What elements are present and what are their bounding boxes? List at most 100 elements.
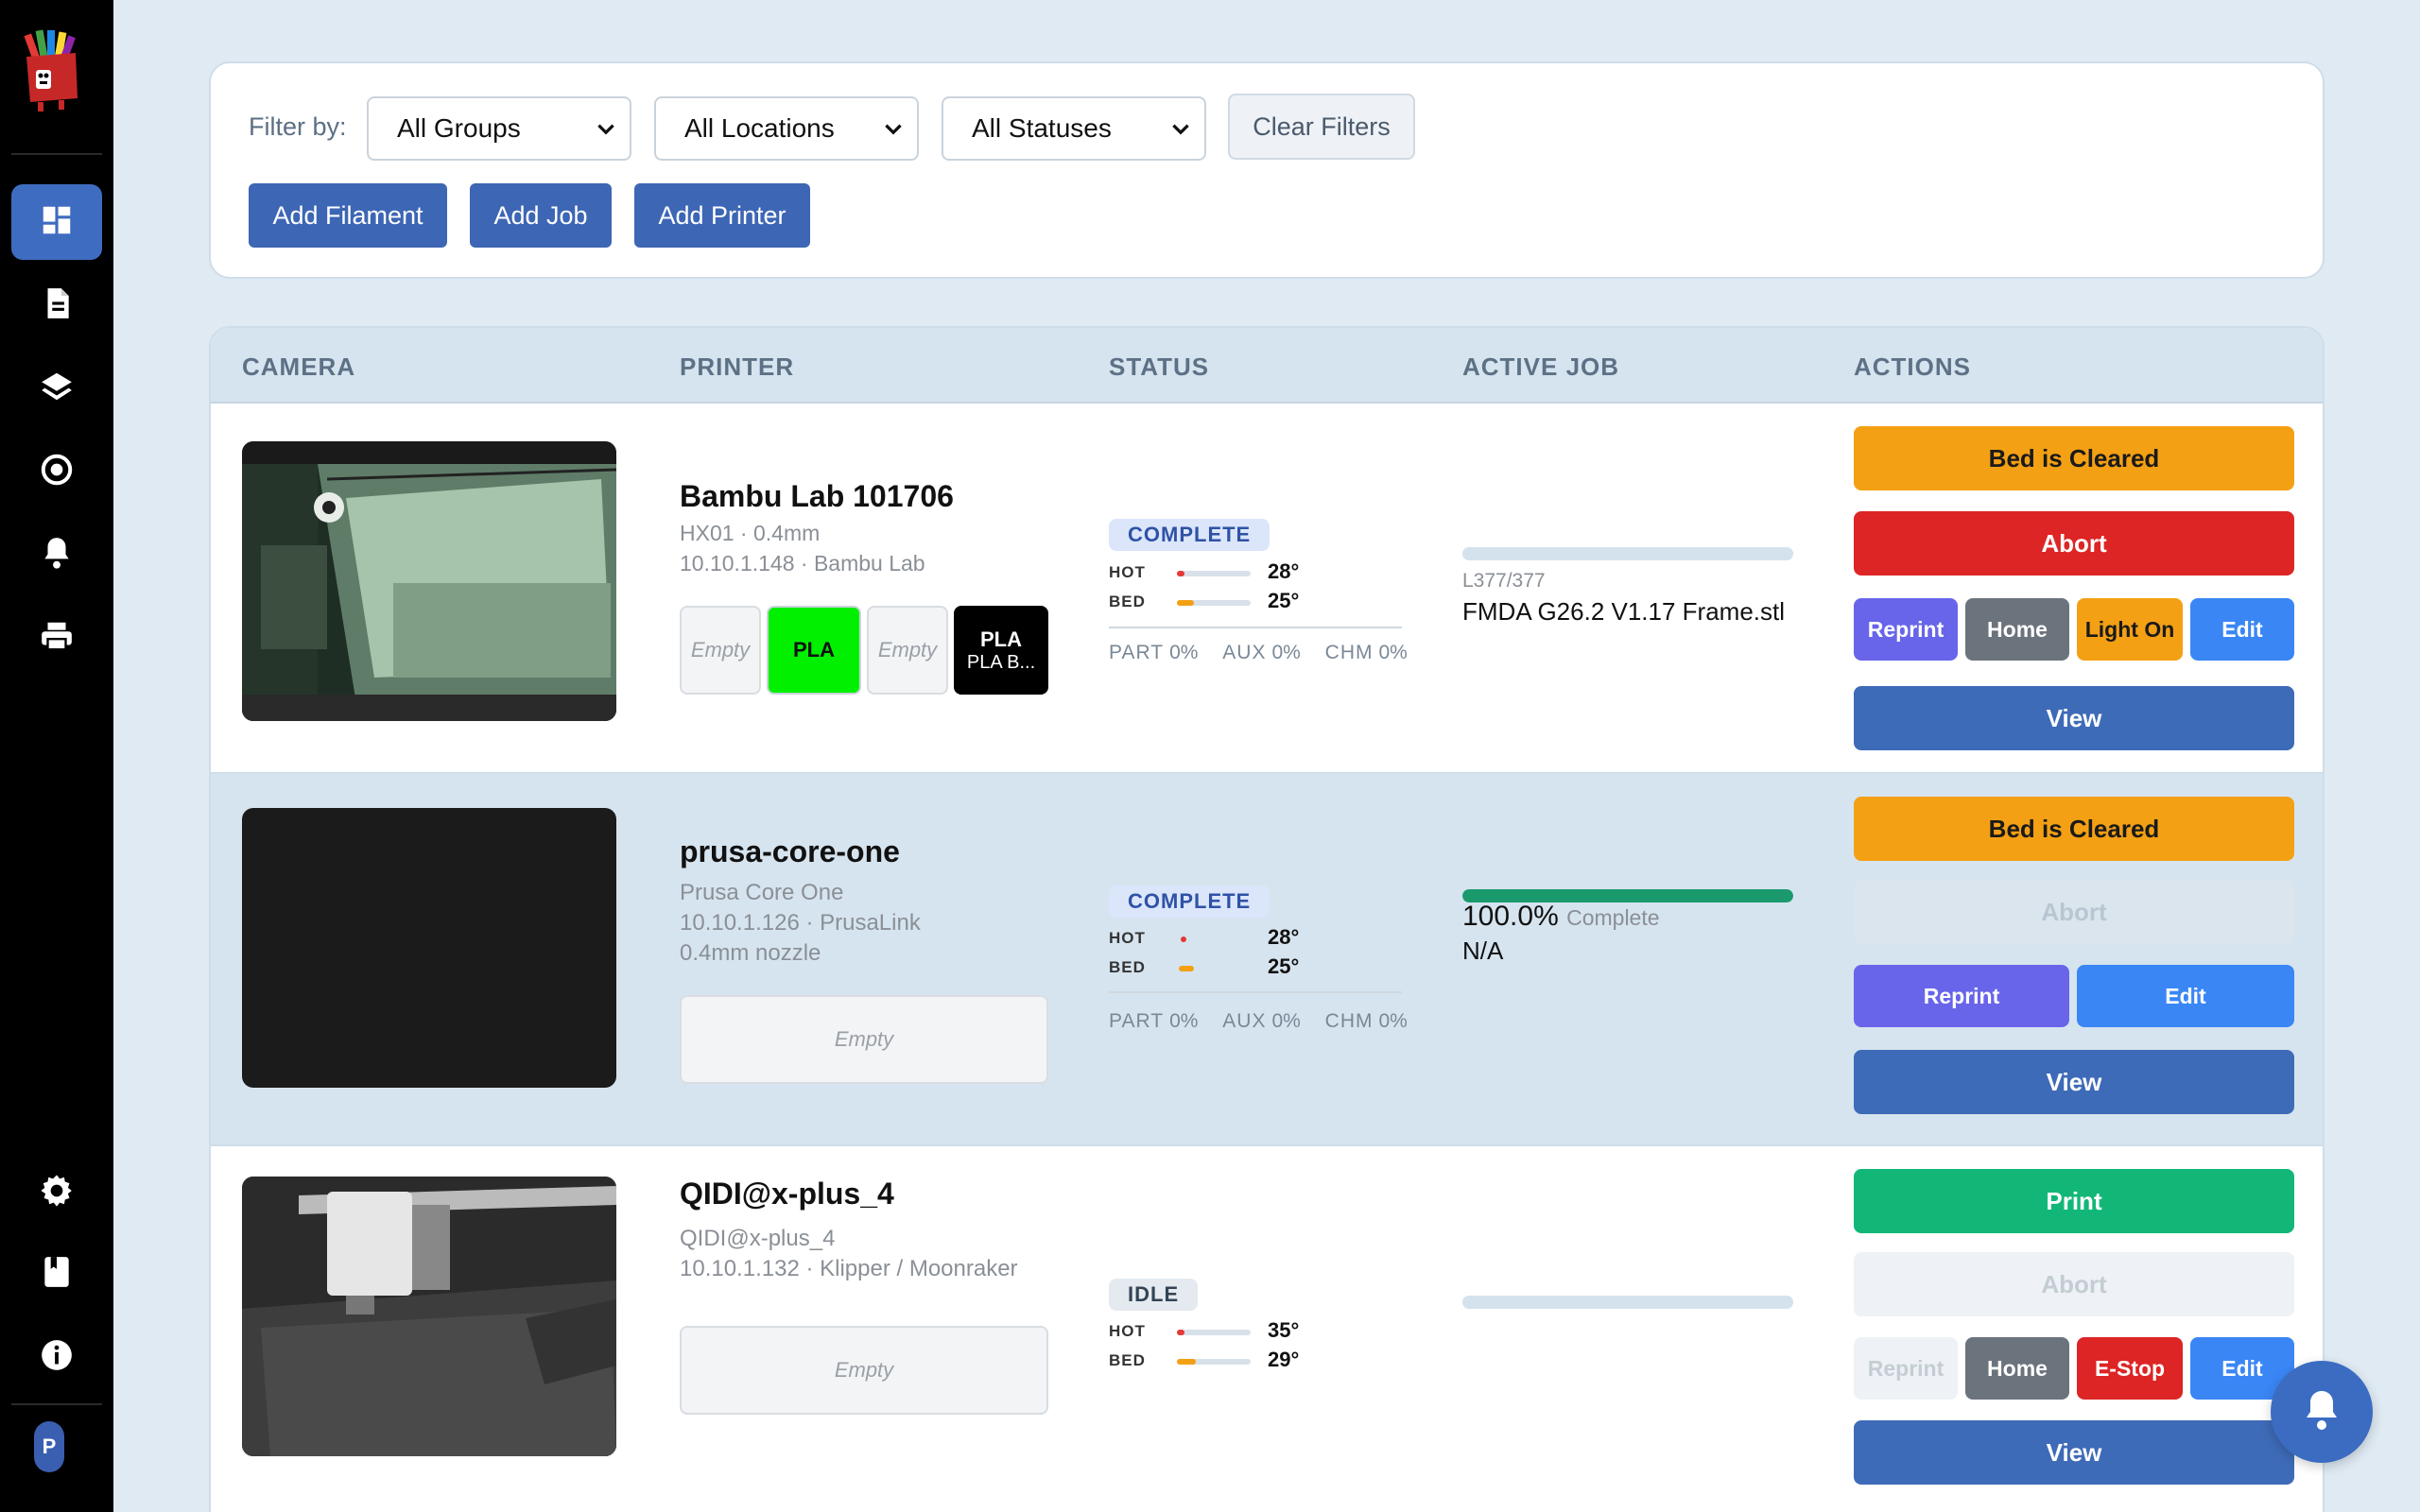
job-progress-bar: [1462, 1296, 1793, 1309]
slot-label: Empty: [834, 1027, 894, 1051]
chevron-down-icon: [1172, 124, 1189, 135]
filter-label: Filter by:: [249, 112, 347, 141]
fan-part-label: PART: [1109, 642, 1165, 663]
edit-button[interactable]: Edit: [2190, 598, 2294, 661]
slot-label: Empty: [834, 1358, 894, 1382]
sidebar-item-settings[interactable]: [11, 1155, 102, 1230]
slot-label: PLA: [793, 638, 835, 662]
job-file: N/A: [1462, 936, 1504, 965]
sidebar-item-files[interactable]: [11, 267, 102, 343]
add-printer-button[interactable]: Add Printer: [634, 183, 810, 248]
fan-part-value: 0%: [1169, 1010, 1199, 1032]
location-select[interactable]: All Locations: [654, 96, 919, 161]
status-badge: COMPLETE: [1109, 519, 1270, 551]
job-percent: 100.0% Complete: [1462, 901, 1660, 933]
add-filament-button[interactable]: Add Filament: [249, 183, 447, 248]
table-row: QIDI@x-plus_4 QIDI@x-plus_4 10.10.1.132 …: [211, 1146, 2323, 1512]
fan-part-value: 0%: [1169, 642, 1199, 663]
fan-chm-value: 0%: [1378, 642, 1408, 663]
sidebar-item-target[interactable]: [11, 434, 102, 509]
bed-cleared-button[interactable]: Bed is Cleared: [1854, 797, 2294, 861]
fan-aux-label: AUX: [1222, 642, 1267, 663]
bed-value: 25°: [1268, 954, 1300, 978]
estop-button[interactable]: E-Stop: [2077, 1337, 2183, 1400]
app-logo[interactable]: [21, 28, 93, 113]
table-row: Bambu Lab 101706 HX01 · 0.4mm 10.10.1.14…: [211, 404, 2323, 774]
view-button[interactable]: View: [1854, 1420, 2294, 1485]
chevron-down-icon: [597, 124, 614, 135]
print-button[interactable]: Print: [1854, 1169, 2294, 1233]
avatar[interactable]: P: [34, 1421, 64, 1472]
group-select[interactable]: All Groups: [367, 96, 631, 161]
abort-button[interactable]: Abort: [1854, 511, 2294, 576]
filament-slot[interactable]: Empty: [680, 1326, 1048, 1415]
status-select[interactable]: All Statuses: [942, 96, 1206, 161]
hotend-temp: HOT 28°: [1109, 925, 1326, 952]
home-button[interactable]: Home: [1965, 1337, 2069, 1400]
filament-slot[interactable]: Empty: [680, 995, 1048, 1084]
sidebar-divider: [11, 1403, 102, 1405]
camera-feed[interactable]: [242, 808, 616, 1088]
printer-name[interactable]: Bambu Lab 101706: [680, 479, 954, 514]
document-icon: [39, 285, 75, 326]
bed-label: BED: [1109, 958, 1146, 976]
bed-bar: [1177, 966, 1251, 971]
light-button[interactable]: Light On: [2077, 598, 2183, 661]
bed-temp: BED 29°: [1109, 1348, 1326, 1374]
hotend-bar: [1177, 936, 1251, 942]
filament-slot[interactable]: PLA: [767, 606, 861, 695]
camera-feed[interactable]: [242, 1177, 616, 1456]
camera-feed[interactable]: [242, 441, 616, 721]
notifications-fab[interactable]: [2271, 1361, 2373, 1463]
slot-sublabel: PLA B...: [966, 651, 1036, 673]
hotend-temp: HOT 28°: [1109, 559, 1326, 586]
dashboard-icon: [39, 202, 75, 243]
abort-button[interactable]: Abort: [1854, 1252, 2294, 1316]
reprint-button[interactable]: Reprint: [1854, 965, 2069, 1027]
fan-speeds: PART 0% AUX 0% CHM 0%: [1109, 642, 1426, 664]
clear-filters-button[interactable]: Clear Filters: [1228, 94, 1415, 160]
printer-address: 10.10.1.126 · PrusaLink: [680, 910, 921, 936]
sidebar-item-notifications[interactable]: [11, 517, 102, 593]
job-layer: L377/377: [1462, 570, 1546, 592]
chevron-down-icon: [885, 124, 902, 135]
sidebar: P: [0, 0, 113, 1512]
sidebar-item-info[interactable]: [11, 1319, 102, 1395]
hotend-temp: HOT 35°: [1109, 1318, 1326, 1345]
home-button[interactable]: Home: [1965, 598, 2069, 661]
printer-name[interactable]: QIDI@x-plus_4: [680, 1177, 894, 1211]
divider: [1109, 991, 1402, 993]
layers-icon: [39, 369, 75, 409]
filament-slot[interactable]: PLA PLA B...: [954, 606, 1048, 695]
sidebar-item-printers[interactable]: [11, 600, 102, 676]
sidebar-item-dashboard[interactable]: [11, 184, 102, 260]
bed-label: BED: [1109, 593, 1146, 610]
filament-slot[interactable]: Empty: [867, 606, 948, 695]
edit-button[interactable]: Edit: [2077, 965, 2294, 1027]
job-progress-bar: [1462, 547, 1793, 560]
bell-icon: [39, 535, 75, 576]
view-button[interactable]: View: [1854, 1050, 2294, 1114]
reprint-button[interactable]: Reprint: [1854, 1337, 1958, 1400]
view-button[interactable]: View: [1854, 686, 2294, 750]
group-select-value: All Groups: [397, 113, 521, 143]
hotend-label: HOT: [1109, 1322, 1146, 1340]
add-job-button[interactable]: Add Job: [470, 183, 612, 248]
filament-slot[interactable]: Empty: [680, 606, 761, 695]
job-file: FMDA G26.2 V1.17 Frame.stl: [1462, 597, 1786, 626]
printer-name[interactable]: prusa-core-one: [680, 834, 900, 869]
bed-cleared-button[interactable]: Bed is Cleared: [1854, 426, 2294, 490]
sidebar-item-layers[interactable]: [11, 351, 102, 426]
sidebar-item-docs[interactable]: [11, 1236, 102, 1312]
bed-value: 29°: [1268, 1348, 1300, 1371]
abort-button[interactable]: Abort: [1854, 880, 2294, 944]
sidebar-divider: [11, 153, 102, 155]
printer-address: 10.10.1.148 · Bambu Lab: [680, 551, 925, 576]
printer-address: 10.10.1.132 · Klipper / Moonraker: [680, 1256, 1018, 1281]
hotend-label: HOT: [1109, 929, 1146, 947]
target-icon: [39, 452, 75, 492]
reprint-button[interactable]: Reprint: [1854, 598, 1958, 661]
header-printer: PRINTER: [680, 352, 795, 381]
divider: [1109, 627, 1402, 628]
slot-label: Empty: [690, 638, 751, 662]
